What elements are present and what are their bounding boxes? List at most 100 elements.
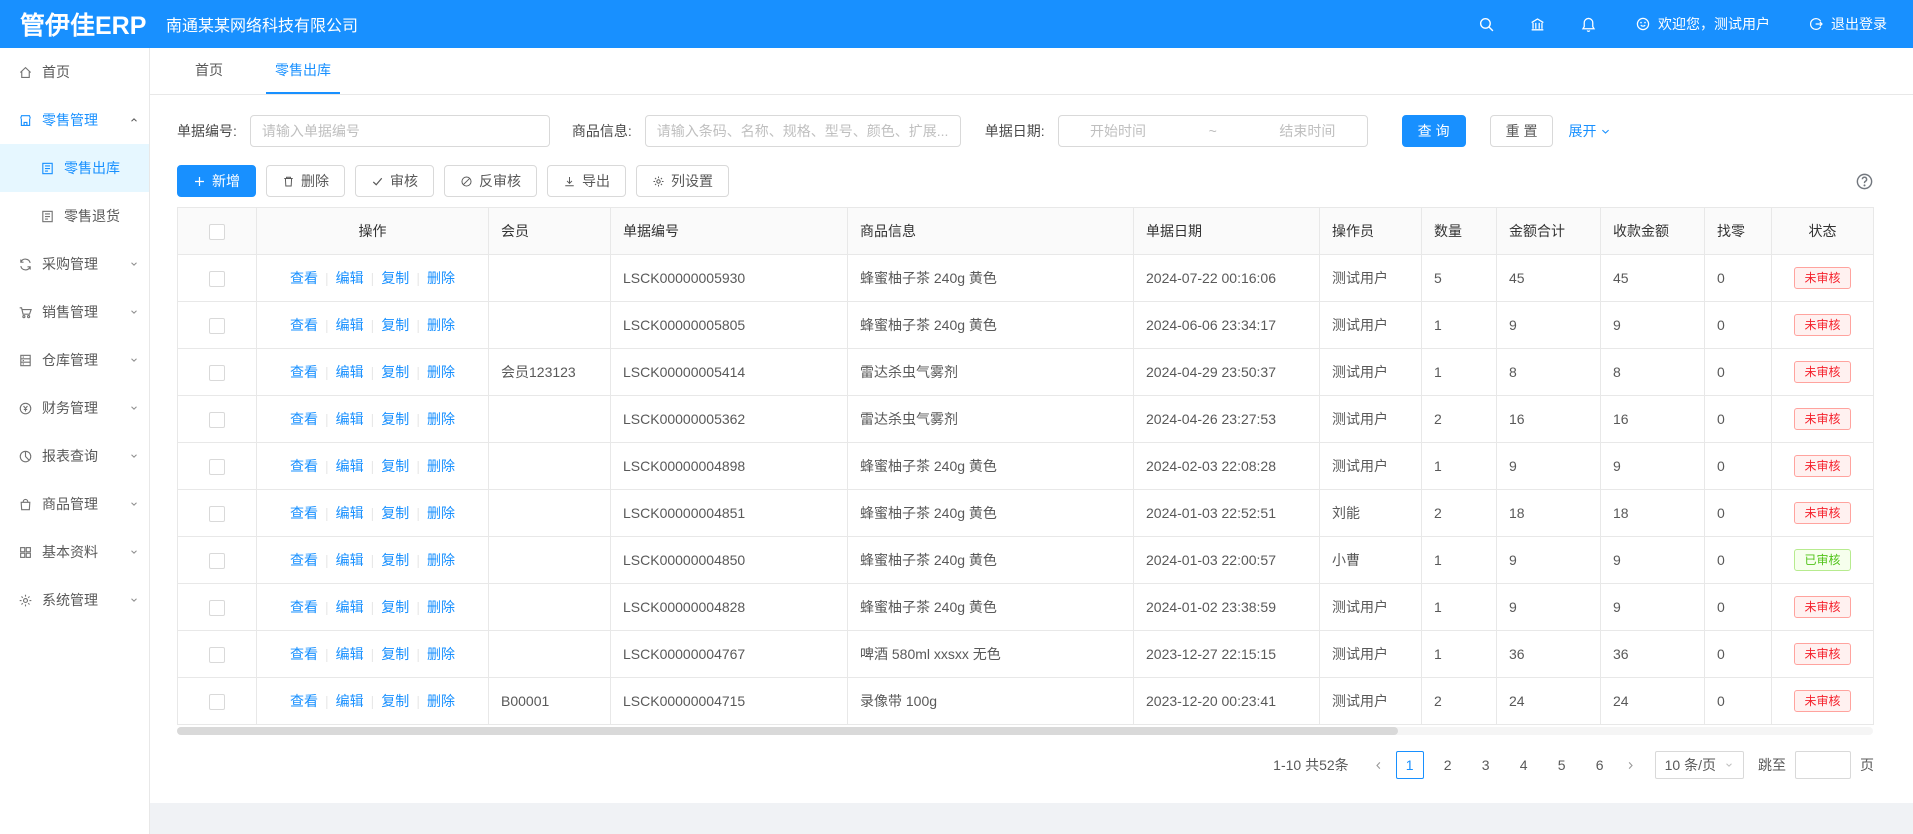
copy-link[interactable]: 复制 [381, 646, 409, 662]
sidebar-item-warehouse-management[interactable]: 仓库管理 [0, 336, 149, 384]
edit-link[interactable]: 编辑 [336, 599, 364, 615]
cell-total: 9 [1497, 537, 1601, 584]
sidebar-item-retail-outbound[interactable]: 零售出库 [0, 144, 149, 192]
edit-link[interactable]: 编辑 [336, 458, 364, 474]
edit-link[interactable]: 编辑 [336, 552, 364, 568]
help-icon[interactable] [1855, 172, 1874, 191]
view-link[interactable]: 查看 [290, 693, 318, 709]
search-icon[interactable] [1478, 16, 1495, 33]
delete-link[interactable]: 删除 [427, 693, 455, 709]
select-all-checkbox[interactable] [209, 224, 225, 240]
col-header-received: 收款金额 [1601, 208, 1705, 255]
edit-link[interactable]: 编辑 [336, 364, 364, 380]
row-checkbox[interactable] [209, 271, 225, 287]
copy-link[interactable]: 复制 [381, 693, 409, 709]
view-link[interactable]: 查看 [290, 364, 318, 380]
delete-link[interactable]: 删除 [427, 505, 455, 521]
edit-link[interactable]: 编辑 [336, 693, 364, 709]
delete-link[interactable]: 删除 [427, 411, 455, 427]
delete-link[interactable]: 删除 [427, 270, 455, 286]
row-checkbox[interactable] [209, 506, 225, 522]
bell-icon[interactable] [1580, 16, 1597, 33]
sidebar-item-system-management[interactable]: 系统管理 [0, 576, 149, 624]
product-info-input[interactable] [645, 115, 961, 147]
column-settings-button[interactable]: 列设置 [636, 165, 729, 197]
logout-button[interactable]: 退出登录 [1808, 14, 1887, 34]
page-size-select[interactable]: 10 条/页 [1655, 751, 1744, 779]
edit-link[interactable]: 编辑 [336, 505, 364, 521]
edit-link[interactable]: 编辑 [336, 317, 364, 333]
delete-link[interactable]: 删除 [427, 458, 455, 474]
copy-link[interactable]: 复制 [381, 317, 409, 333]
view-link[interactable]: 查看 [290, 270, 318, 286]
tab-retail-outbound[interactable]: 零售出库 [266, 48, 340, 94]
page-button-5[interactable]: 5 [1548, 751, 1576, 779]
sidebar-item-purchase-management[interactable]: 采购管理 [0, 240, 149, 288]
delete-link[interactable]: 删除 [427, 599, 455, 615]
prev-page-button[interactable] [1367, 751, 1391, 779]
cell-operator: 小曹 [1320, 537, 1422, 584]
view-link[interactable]: 查看 [290, 646, 318, 662]
reset-button[interactable]: 重 置 [1490, 115, 1554, 147]
view-link[interactable]: 查看 [290, 458, 318, 474]
row-checkbox[interactable] [209, 694, 225, 710]
copy-link[interactable]: 复制 [381, 458, 409, 474]
expand-filters-link[interactable]: 展开 [1568, 121, 1611, 141]
table-horizontal-scrollbar[interactable] [177, 727, 1873, 735]
delete-link[interactable]: 删除 [427, 364, 455, 380]
row-checkbox[interactable] [209, 318, 225, 334]
edit-link[interactable]: 编辑 [336, 646, 364, 662]
page-button-2[interactable]: 2 [1434, 751, 1462, 779]
row-checkbox[interactable] [209, 412, 225, 428]
page-button-1[interactable]: 1 [1396, 751, 1424, 779]
jump-page-input[interactable] [1795, 751, 1851, 779]
view-link[interactable]: 查看 [290, 411, 318, 427]
row-checkbox[interactable] [209, 365, 225, 381]
export-button[interactable]: 导出 [547, 165, 626, 197]
row-checkbox[interactable] [209, 647, 225, 663]
audit-button[interactable]: 审核 [355, 165, 434, 197]
copy-link[interactable]: 复制 [381, 364, 409, 380]
copy-link[interactable]: 复制 [381, 599, 409, 615]
view-link[interactable]: 查看 [290, 505, 318, 521]
copy-link[interactable]: 复制 [381, 411, 409, 427]
copy-link[interactable]: 复制 [381, 505, 409, 521]
cell-member [489, 490, 611, 537]
row-checkbox[interactable] [209, 600, 225, 616]
search-button[interactable]: 查 询 [1402, 115, 1466, 147]
row-checkbox[interactable] [209, 459, 225, 475]
edit-link[interactable]: 编辑 [336, 411, 364, 427]
view-link[interactable]: 查看 [290, 317, 318, 333]
page-button-4[interactable]: 4 [1510, 751, 1538, 779]
unaudit-button[interactable]: 反审核 [444, 165, 537, 197]
sidebar-item-finance-management[interactable]: 财务管理 [0, 384, 149, 432]
page-button-3[interactable]: 3 [1472, 751, 1500, 779]
delete-button[interactable]: 删除 [266, 165, 345, 197]
sidebar-item-retail-management[interactable]: 零售管理 [0, 96, 149, 144]
delete-link[interactable]: 删除 [427, 317, 455, 333]
sidebar-item-retail-return[interactable]: 零售退货 [0, 192, 149, 240]
next-page-button[interactable] [1619, 751, 1643, 779]
delete-link[interactable]: 删除 [427, 552, 455, 568]
delete-link[interactable]: 删除 [427, 646, 455, 662]
view-link[interactable]: 查看 [290, 599, 318, 615]
user-welcome[interactable]: 欢迎您，测试用户 [1635, 14, 1770, 34]
copy-link[interactable]: 复制 [381, 552, 409, 568]
add-button[interactable]: 新增 [177, 165, 256, 197]
page-button-6[interactable]: 6 [1586, 751, 1614, 779]
view-link[interactable]: 查看 [290, 552, 318, 568]
bank-icon[interactable] [1529, 16, 1546, 33]
copy-link[interactable]: 复制 [381, 270, 409, 286]
sidebar-item-basic-data[interactable]: 基本资料 [0, 528, 149, 576]
sidebar-item-product-management[interactable]: 商品管理 [0, 480, 149, 528]
edit-link[interactable]: 编辑 [336, 270, 364, 286]
order-no-input[interactable] [250, 115, 550, 147]
scrollbar-thumb[interactable] [177, 727, 1398, 735]
cell-order-no: LSCK00000005930 [611, 255, 848, 302]
date-range-input[interactable]: 开始时间 ~ 结束时间 [1058, 115, 1368, 147]
sidebar-item-home[interactable]: 首页 [0, 48, 149, 96]
row-checkbox[interactable] [209, 553, 225, 569]
sidebar-item-report-query[interactable]: 报表查询 [0, 432, 149, 480]
tab-home[interactable]: 首页 [186, 48, 232, 94]
sidebar-item-sales-management[interactable]: 销售管理 [0, 288, 149, 336]
